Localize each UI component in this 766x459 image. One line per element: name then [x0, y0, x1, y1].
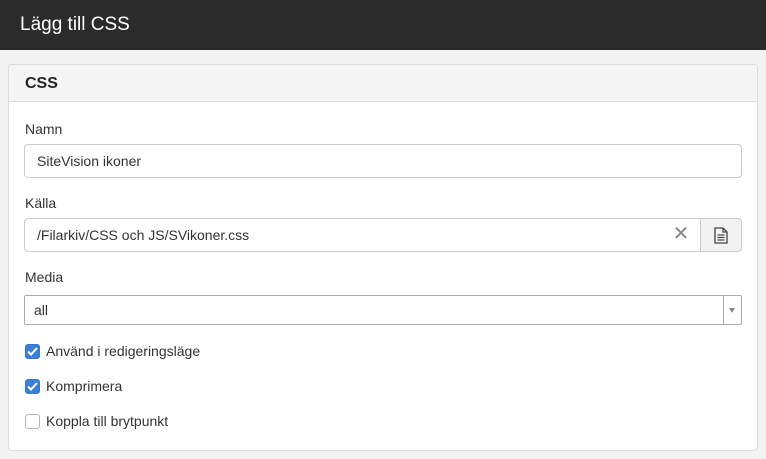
media-select[interactable]: all — [24, 295, 742, 325]
window-title: Lägg till CSS — [0, 0, 766, 50]
clear-icon[interactable]: ✕ — [672, 224, 690, 244]
chevron-down-icon — [729, 308, 735, 313]
checkbox-checked-icon[interactable] — [25, 378, 40, 394]
source-input[interactable]: /Filarkiv/CSS och JS/SVikoner.css — [24, 218, 700, 252]
media-selected-value: all — [34, 302, 49, 318]
checkbox-link-to-breakpoint[interactable]: Koppla till brytpunkt — [25, 413, 168, 429]
checkbox-label: Använd i redigeringsläge — [46, 343, 201, 359]
css-panel: CSS Namn Källa /Filarkiv/CSS och JS/SVik… — [8, 64, 758, 451]
name-label: Namn — [25, 121, 63, 137]
checkbox-use-in-edit-mode[interactable]: Använd i redigeringsläge — [25, 343, 200, 359]
checkbox-label: Koppla till brytpunkt — [46, 413, 169, 429]
browse-file-button[interactable] — [700, 218, 742, 252]
document-icon — [714, 227, 728, 244]
source-field-group: /Filarkiv/CSS och JS/SVikoner.css ✕ — [24, 218, 742, 252]
checkbox-compress[interactable]: Komprimera — [25, 378, 122, 394]
name-input[interactable] — [24, 144, 742, 178]
source-label: Källa — [25, 195, 57, 211]
checkbox-unchecked-icon[interactable] — [25, 413, 40, 429]
media-label: Media — [25, 269, 64, 285]
checkbox-checked-icon[interactable] — [25, 343, 40, 359]
panel-heading: CSS — [9, 65, 757, 102]
checkbox-label: Komprimera — [46, 378, 123, 394]
media-dropdown-toggle[interactable] — [723, 296, 741, 324]
